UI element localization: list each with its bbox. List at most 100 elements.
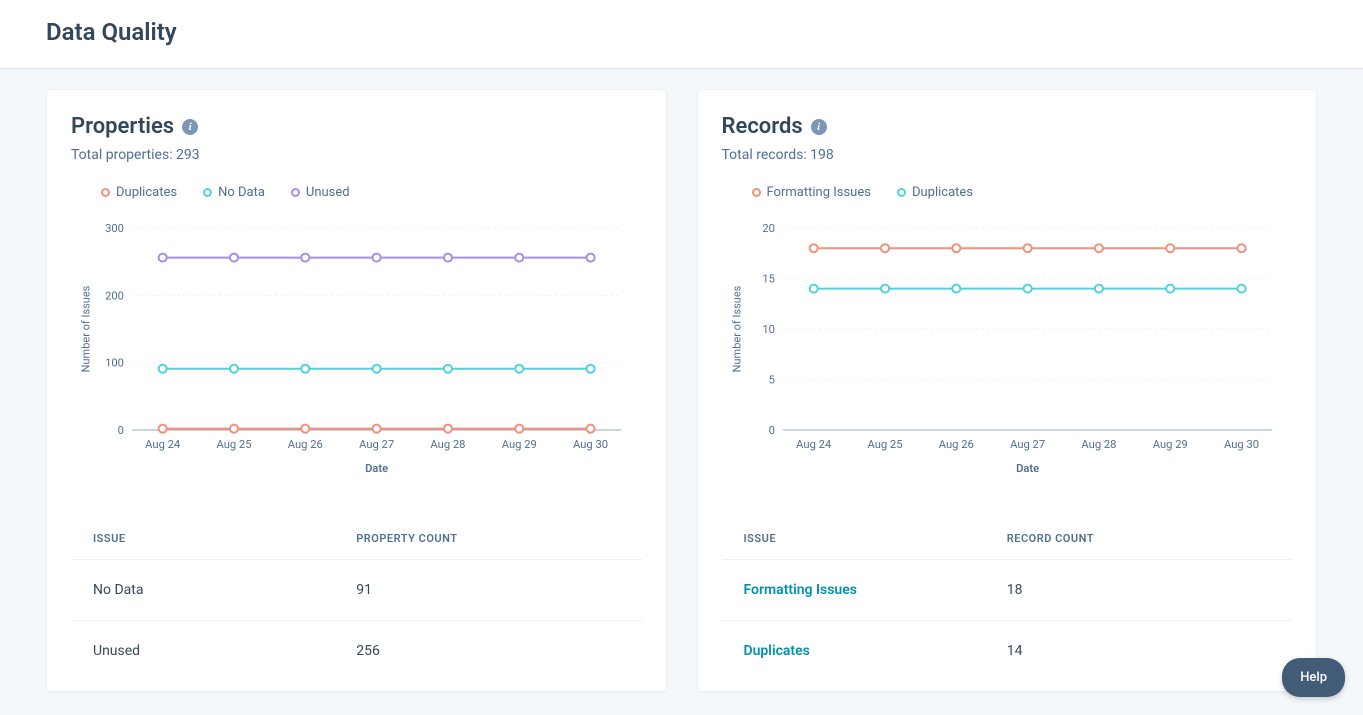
data-point[interactable] <box>952 244 960 252</box>
data-point[interactable] <box>444 365 452 373</box>
page-title: Data Quality <box>46 18 1317 46</box>
data-point[interactable] <box>159 254 167 262</box>
legend-label: Unused <box>306 185 350 200</box>
svg-text:20: 20 <box>762 222 775 235</box>
legend-item[interactable]: Duplicates <box>101 185 177 200</box>
table-row: Formatting Issues18 <box>722 559 1293 620</box>
table-header: ISSUE RECORD COUNT <box>722 518 1293 559</box>
data-point[interactable] <box>809 285 817 293</box>
svg-text:Aug 29: Aug 29 <box>1152 438 1187 451</box>
chart-properties: 0100200300Aug 24Aug 25Aug 26Aug 27Aug 28… <box>71 218 642 478</box>
svg-text:Aug 24: Aug 24 <box>796 438 831 451</box>
svg-text:0: 0 <box>118 424 124 437</box>
data-point[interactable] <box>586 365 594 373</box>
svg-text:Aug 28: Aug 28 <box>1081 438 1116 451</box>
data-point[interactable] <box>230 254 238 262</box>
card-title: Records <box>722 114 803 139</box>
chart-records: 05101520Aug 24Aug 25Aug 26Aug 27Aug 28Au… <box>722 218 1293 478</box>
svg-text:0: 0 <box>768 424 774 437</box>
data-point[interactable] <box>515 254 523 262</box>
data-point[interactable] <box>301 365 309 373</box>
legend-item[interactable]: Duplicates <box>897 185 973 200</box>
legend-item[interactable]: No Data <box>203 185 265 200</box>
data-point[interactable] <box>301 425 309 433</box>
issue-table: ISSUE PROPERTY COUNT No Data91Unused256 <box>71 518 642 681</box>
data-point[interactable] <box>515 365 523 373</box>
table-row: Duplicates14 <box>722 620 1293 681</box>
svg-text:10: 10 <box>762 323 775 336</box>
data-point[interactable] <box>159 425 167 433</box>
svg-text:200: 200 <box>105 289 124 302</box>
issue-label[interactable]: Formatting Issues <box>744 582 1007 598</box>
svg-text:Aug 30: Aug 30 <box>573 438 608 451</box>
legend-label: No Data <box>218 185 265 200</box>
data-point[interactable] <box>444 425 452 433</box>
data-point[interactable] <box>586 425 594 433</box>
info-icon[interactable]: i <box>811 119 827 135</box>
svg-text:Aug 29: Aug 29 <box>502 438 537 451</box>
data-point[interactable] <box>1094 285 1102 293</box>
data-point[interactable] <box>515 425 523 433</box>
issue-label[interactable]: Duplicates <box>744 643 1007 659</box>
data-point[interactable] <box>1023 244 1031 252</box>
data-point[interactable] <box>1166 285 1174 293</box>
svg-text:Number of Issues: Number of Issues <box>79 285 92 372</box>
issue-count: 14 <box>1007 643 1270 659</box>
records-card: Records i Total records: 198 Formatting … <box>697 89 1318 692</box>
data-point[interactable] <box>373 254 381 262</box>
data-point[interactable] <box>586 254 594 262</box>
issue-label: Unused <box>93 643 356 659</box>
col-count: RECORD COUNT <box>1007 532 1270 545</box>
svg-text:Aug 26: Aug 26 <box>288 438 323 451</box>
data-point[interactable] <box>301 254 309 262</box>
data-point[interactable] <box>444 254 452 262</box>
data-point[interactable] <box>809 244 817 252</box>
legend-item[interactable]: Formatting Issues <box>752 185 871 200</box>
data-point[interactable] <box>1237 244 1245 252</box>
data-point[interactable] <box>880 244 888 252</box>
table-header: ISSUE PROPERTY COUNT <box>71 518 642 559</box>
data-point[interactable] <box>952 285 960 293</box>
svg-text:Aug 25: Aug 25 <box>867 438 902 451</box>
svg-text:300: 300 <box>105 222 124 235</box>
issue-count: 18 <box>1007 582 1270 598</box>
svg-text:Aug 27: Aug 27 <box>359 438 394 451</box>
issue-count: 256 <box>356 643 619 659</box>
table-row: No Data91 <box>71 559 642 620</box>
issue-label: No Data <box>93 582 356 598</box>
properties-card: Properties i Total properties: 293 Dupli… <box>46 89 667 692</box>
content-area: Properties i Total properties: 293 Dupli… <box>0 69 1363 712</box>
legend-label: Formatting Issues <box>767 185 871 200</box>
svg-text:Aug 25: Aug 25 <box>216 438 251 451</box>
info-icon[interactable]: i <box>182 119 198 135</box>
table-row: Unused256 <box>71 620 642 681</box>
svg-text:5: 5 <box>768 374 774 387</box>
legend-item[interactable]: Unused <box>291 185 350 200</box>
data-point[interactable] <box>1166 244 1174 252</box>
legend-label: Duplicates <box>116 185 177 200</box>
legend-marker-icon <box>752 188 761 197</box>
legend-marker-icon <box>291 188 300 197</box>
data-point[interactable] <box>373 365 381 373</box>
data-point[interactable] <box>230 365 238 373</box>
legend-label: Duplicates <box>912 185 973 200</box>
svg-text:Aug 24: Aug 24 <box>145 438 180 451</box>
svg-text:Date: Date <box>365 462 388 475</box>
app-header: Data Quality <box>0 0 1363 69</box>
data-point[interactable] <box>373 425 381 433</box>
data-point[interactable] <box>880 285 888 293</box>
svg-text:Aug 26: Aug 26 <box>938 438 973 451</box>
help-button[interactable]: Help <box>1282 658 1345 697</box>
issue-table: ISSUE RECORD COUNT Formatting Issues18Du… <box>722 518 1293 681</box>
data-point[interactable] <box>1237 285 1245 293</box>
col-issue: ISSUE <box>744 532 1007 545</box>
data-point[interactable] <box>1094 244 1102 252</box>
svg-text:15: 15 <box>762 273 775 286</box>
data-point[interactable] <box>159 365 167 373</box>
legend-marker-icon <box>897 188 906 197</box>
data-point[interactable] <box>230 425 238 433</box>
data-point[interactable] <box>1023 285 1031 293</box>
card-subtitle: Total records: 198 <box>722 147 1293 163</box>
card-title-row: Records i <box>722 114 1293 139</box>
card-subtitle: Total properties: 293 <box>71 147 642 163</box>
